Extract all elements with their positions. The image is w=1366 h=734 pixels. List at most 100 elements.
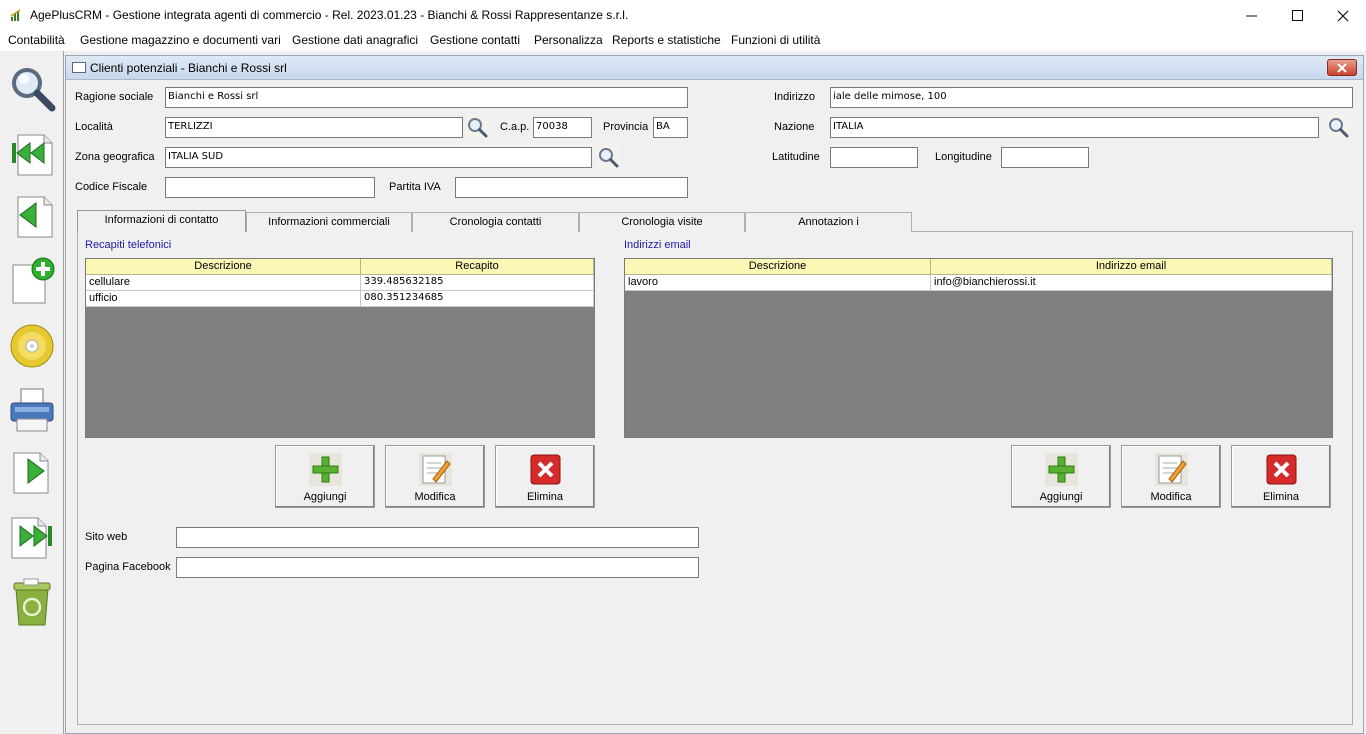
phone-edit-label: Modifica (414, 491, 456, 503)
menu-gestione-contatti[interactable]: Gestione contatti (430, 33, 520, 47)
client-window-title: Clienti potenziali - Bianchi e Rossi srl (90, 61, 287, 75)
minimize-button[interactable] (1228, 0, 1274, 31)
phone-add-button[interactable]: Aggiungi (275, 445, 375, 508)
menu-gestione-dati-anagrafici[interactable]: Gestione dati anagrafici (292, 33, 418, 47)
menu-contabilita[interactable]: Contabilità (8, 33, 65, 47)
sito-web-field[interactable] (176, 527, 699, 548)
tab-cronologia-visite[interactable]: Cronologia visite (579, 212, 745, 232)
emails-table: Descrizione Indirizzo email lavoro info@… (624, 258, 1333, 438)
indirizzo-label: Indirizzo (774, 91, 815, 103)
app-logo-icon (10, 9, 21, 21)
client-window-titlebar: Clienti potenziali - Bianchi e Rossi srl (66, 56, 1363, 80)
recycle-bin-icon (13, 578, 51, 626)
zona-search-button[interactable] (596, 145, 620, 169)
nazione-search-button[interactable] (1326, 115, 1350, 139)
print-button[interactable] (6, 384, 58, 438)
partita-iva-label: Partita IVA (389, 181, 441, 193)
delete-record-button[interactable] (6, 575, 58, 629)
first-record-button[interactable] (6, 127, 58, 181)
emails-header-descrizione[interactable]: Descrizione (625, 259, 931, 275)
menu-funzioni-utilita[interactable]: Funzioni di utilità (731, 33, 820, 47)
next-record-button[interactable] (6, 445, 58, 499)
localita-search-button[interactable] (465, 115, 489, 139)
longitudine-label: Longitudine (935, 151, 992, 163)
new-record-icon (12, 257, 55, 304)
localita-label: Località (75, 121, 113, 133)
table-row-cell[interactable]: 080.351234685 (361, 291, 594, 307)
latitudine-field[interactable] (830, 147, 918, 168)
add-icon (309, 453, 342, 486)
delete-icon (1266, 454, 1297, 485)
phone-delete-label: Elimina (526, 491, 564, 503)
close-icon (1337, 10, 1349, 21)
menu-gestione-magazzino[interactable]: Gestione magazzino e documenti vari (80, 33, 281, 47)
phones-table: Descrizione Recapito cellulare 339.48563… (85, 258, 595, 438)
table-row-cell[interactable]: lavoro (625, 275, 931, 291)
table-row-cell[interactable]: cellulare (86, 275, 361, 291)
emails-header-indirizzo[interactable]: Indirizzo email (931, 259, 1332, 275)
codice-fiscale-label: Codice Fiscale (75, 181, 148, 193)
table-row-cell[interactable]: ufficio (86, 291, 361, 307)
search-button[interactable] (6, 61, 58, 115)
client-window: Clienti potenziali - Bianchi e Rossi srl… (65, 55, 1364, 734)
search-icon (468, 118, 488, 138)
new-record-button[interactable] (6, 254, 58, 308)
title-bar: AgePlusCRM - Gestione integrata agenti d… (0, 0, 1366, 31)
maximize-button[interactable] (1274, 0, 1320, 31)
last-record-button[interactable] (6, 510, 58, 564)
nazione-label: Nazione (774, 121, 815, 133)
edit-icon (1155, 453, 1188, 486)
phones-header-recapito[interactable]: Recapito (361, 259, 594, 275)
next-record-icon (13, 452, 49, 494)
provincia-field[interactable]: BA (653, 117, 688, 138)
email-delete-button[interactable]: Elimina (1231, 445, 1331, 508)
menu-personalizza[interactable]: Personalizza (534, 33, 603, 47)
add-icon (1045, 453, 1078, 486)
tab-informazioni-contatto[interactable]: Informazioni di contatto (77, 210, 246, 232)
latitudine-label: Latitudine (772, 151, 820, 163)
first-record-icon (12, 134, 53, 176)
zona-geografica-field[interactable]: ITALIA SUD (165, 147, 592, 168)
form-icon (72, 62, 86, 73)
phone-delete-button[interactable]: Elimina (495, 445, 595, 508)
localita-field[interactable]: TERLIZZI (165, 117, 463, 138)
table-row-cell[interactable]: info@bianchierossi.it (931, 275, 1332, 291)
phones-header-descrizione[interactable]: Descrizione (86, 259, 361, 275)
pagina-facebook-field[interactable] (176, 557, 699, 578)
cap-field[interactable]: 70038 (533, 117, 592, 138)
table-row-cell[interactable]: 339.485632185 (361, 275, 594, 291)
indirizzo-field[interactable]: iale delle mimose, 100 (830, 87, 1353, 108)
sito-web-label: Sito web (85, 531, 128, 543)
tab-cronologia-contatti[interactable]: Cronologia contatti (412, 212, 579, 232)
window-title: AgePlusCRM - Gestione integrata agenti d… (30, 8, 629, 22)
email-edit-label: Modifica (1150, 491, 1192, 503)
tab-annotazioni[interactable]: Annotazion i (745, 212, 912, 232)
codice-fiscale-field[interactable] (165, 177, 375, 198)
menu-reports[interactable]: Reports e statistiche (612, 33, 721, 47)
indirizzi-email-title: Indirizzi email (624, 239, 691, 251)
email-add-button[interactable]: Aggiungi (1011, 445, 1111, 508)
previous-record-button[interactable] (6, 189, 58, 243)
save-disc-icon (10, 324, 54, 368)
search-icon (599, 148, 619, 168)
email-add-label: Aggiungi (1039, 491, 1083, 503)
menu-bar: Contabilità Gestione magazzino e documen… (0, 31, 1366, 51)
nazione-field[interactable]: ITALIA (830, 117, 1319, 138)
email-edit-button[interactable]: Modifica (1121, 445, 1221, 508)
printer-icon (10, 388, 54, 432)
child-close-button[interactable] (1327, 59, 1357, 76)
save-button[interactable] (6, 319, 58, 373)
longitudine-field[interactable] (1001, 147, 1089, 168)
delete-icon (530, 454, 561, 485)
zona-geografica-label: Zona geografica (75, 151, 155, 163)
close-icon (1337, 62, 1347, 73)
tab-informazioni-commerciali[interactable]: Informazioni commerciali (246, 212, 412, 232)
last-record-icon (11, 517, 52, 559)
partita-iva-field[interactable] (455, 177, 688, 198)
close-button[interactable] (1320, 0, 1366, 31)
phone-edit-button[interactable]: Modifica (385, 445, 485, 508)
provincia-label: Provincia (603, 121, 649, 133)
ragione-sociale-field[interactable]: Bianchi e Rossi srl (165, 87, 688, 108)
recapiti-telefonici-title: Recapiti telefonici (85, 239, 172, 251)
previous-record-icon (17, 196, 53, 238)
